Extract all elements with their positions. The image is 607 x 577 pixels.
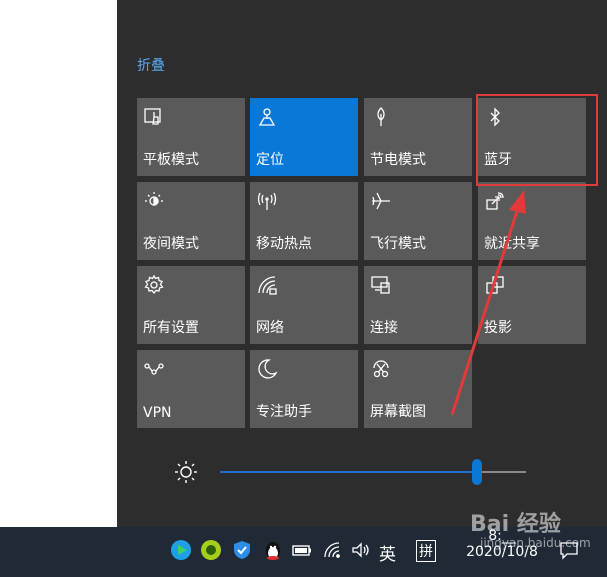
desktop-background [0,0,117,527]
tile-label: 就近共享 [484,236,540,252]
security-shield-icon[interactable] [231,539,253,561]
brightness-slider[interactable] [168,455,538,489]
tile-airplane[interactable]: 飞行模式 [364,182,472,260]
project-icon [484,274,508,296]
nearby-share-icon [484,190,508,212]
tile-label: VPN [143,405,172,421]
tile-label: 定位 [256,152,284,168]
tile-screen-snip[interactable]: 屏幕截图 [364,350,472,428]
tile-label: 节电模式 [370,152,426,168]
brightness-sun-icon [174,460,198,484]
location-icon [256,106,280,128]
tile-night-light[interactable]: 夜间模式 [137,182,245,260]
tile-settings-gear[interactable]: 所有设置 [137,266,245,344]
tile-label: 投影 [484,320,512,336]
tile-label: 专注助手 [256,404,312,420]
ime-language-indicator[interactable]: 英 [379,540,396,565]
tile-mobile-hotspot[interactable]: 移动热点 [250,182,358,260]
action-center-panel [117,0,607,527]
tile-label: 夜间模式 [143,236,199,252]
battery-icon[interactable] [291,539,313,561]
tile-network[interactable]: 网络 [250,266,358,344]
brightness-thumb[interactable] [472,459,482,485]
video-app-icon[interactable] [170,539,192,561]
screen-snip-icon [370,358,394,380]
tile-tablet-mode[interactable]: 平板模式 [137,98,245,176]
battery-saver-icon [370,106,394,128]
night-light-icon [143,190,167,212]
baidu-watermark: Bai 经验 jingyan.baidu.com [470,506,591,550]
watermark-brand: Bai 经验 [470,512,561,537]
tile-label: 连接 [370,320,398,336]
tablet-mode-icon [143,106,167,128]
brightness-track-fill [220,471,477,473]
tile-label: 所有设置 [143,320,199,336]
airplane-icon [370,190,394,212]
tile-label: 屏幕截图 [370,404,426,420]
tile-battery-saver[interactable]: 节电模式 [364,98,472,176]
tile-label: 移动热点 [256,236,312,252]
annotation-highlight-box [476,94,598,186]
ime-mode-indicator[interactable]: 拼 [416,540,436,562]
network-icon [256,274,280,296]
volume-icon[interactable] [350,539,372,561]
collapse-link[interactable]: 折叠 [137,55,165,75]
tile-vpn[interactable]: VPN [137,350,245,428]
tile-label: 平板模式 [143,152,199,168]
connect-icon [370,274,394,296]
green-app-icon[interactable] [200,539,222,561]
mobile-hotspot-icon [256,190,280,212]
tile-label: 飞行模式 [370,236,426,252]
tile-focus-assist[interactable]: 专注助手 [250,350,358,428]
tile-connect[interactable]: 连接 [364,266,472,344]
tile-project[interactable]: 投影 [478,266,586,344]
tile-location[interactable]: 定位 [250,98,358,176]
settings-gear-icon [143,274,167,296]
focus-assist-icon [256,358,280,380]
vpn-icon [143,358,167,380]
watermark-url: jingyan.baidu.com [480,536,591,550]
tile-label: 网络 [256,320,284,336]
wifi-icon[interactable] [321,539,343,561]
qq-penguin-icon[interactable] [262,539,284,561]
tile-nearby-share[interactable]: 就近共享 [478,182,586,260]
